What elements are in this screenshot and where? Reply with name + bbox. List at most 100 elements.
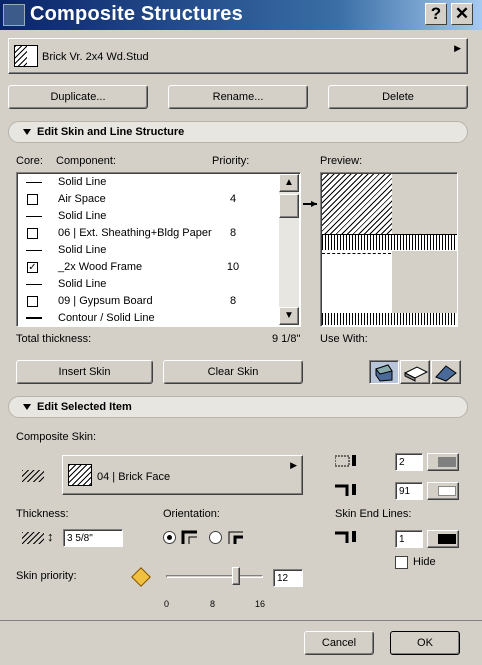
orientation-radio-1[interactable] — [163, 531, 176, 544]
delete-button[interactable]: Delete — [328, 85, 468, 109]
preview-label: Preview: — [320, 155, 363, 167]
end-line-swatch — [438, 534, 456, 544]
orientation-radio-2[interactable] — [209, 531, 222, 544]
scroll-thumb[interactable] — [279, 194, 299, 218]
cancel-button[interactable]: Cancel — [304, 631, 374, 655]
skin-priority-label: Skin priority: — [16, 570, 77, 582]
skin-row[interactable]: ✓ _2x Wood Frame 10 — [18, 259, 278, 276]
composite-name: Brick Vr. 2x4 Wd.Stud — [42, 51, 149, 63]
line-row[interactable]: Solid Line — [18, 208, 278, 225]
slider-mid-label: 8 — [210, 599, 216, 609]
row-label: Solid Line — [58, 210, 107, 222]
hide-label: Hide — [413, 556, 436, 568]
title-bar: Composite Structures ? ✕ — [0, 0, 482, 30]
row-label: 06 | Ext. Sheathing+Bldg Paper — [58, 227, 212, 239]
total-thickness-value: 9 1/8" — [272, 333, 301, 345]
use-with-slab-toggle[interactable] — [400, 360, 430, 384]
composite-skin-label: Composite Skin: — [16, 431, 97, 443]
skin-end-lines-label: Skin End Lines: — [335, 508, 412, 520]
hide-checkbox[interactable] — [395, 556, 408, 569]
priority-slider-thumb[interactable] — [231, 567, 240, 585]
scroll-down-button[interactable]: ▼ — [279, 307, 299, 325]
end-line-pen-field[interactable]: 1 — [395, 530, 423, 548]
priority-column-header: Priority: — [212, 155, 250, 167]
skin-row[interactable]: 09 | Gypsum Board 8 — [18, 293, 278, 310]
skin-row[interactable]: 06 | Ext. Sheathing+Bldg Paper 8 — [18, 225, 278, 242]
row-priority: 4 — [229, 193, 237, 205]
scroll-up-button[interactable]: ▲ — [279, 174, 299, 192]
end-line-color-button[interactable] — [427, 530, 459, 548]
rename-button[interactable]: Rename... — [168, 85, 308, 109]
pen-swatch — [438, 457, 456, 467]
window-title: Composite Structures — [30, 3, 243, 25]
skin-row[interactable]: Air Space 4 — [18, 191, 278, 208]
line-row[interactable]: Solid Line — [18, 174, 278, 191]
composite-selector[interactable]: Brick Vr. 2x4 Wd.Stud ▶ — [8, 38, 468, 74]
composite-skin-selector[interactable]: 04 | Brick Face ▶ — [62, 455, 303, 495]
help-button[interactable]: ? — [425, 3, 447, 25]
skin-list-body: Solid Line Air Space 4 Solid Line 06 | Ext. … — [18, 174, 278, 325]
pen-number-field[interactable]: 2 — [395, 453, 423, 471]
fill-pen-color-button[interactable] — [427, 482, 459, 500]
preview-sheathing — [322, 234, 457, 250]
core-column-header: Core: — [16, 155, 43, 167]
line-type-icon — [26, 284, 42, 285]
thickness-icon — [22, 532, 44, 544]
thickness-label: Thickness: — [16, 508, 69, 520]
orientation-outside-icon — [181, 528, 201, 546]
composite-swatch-icon — [14, 45, 38, 67]
core-checkbox[interactable] — [27, 194, 38, 205]
line-type-icon — [26, 250, 42, 251]
line-row[interactable]: Solid Line — [18, 242, 278, 259]
component-column-header: Component: — [56, 155, 116, 167]
pen-color-button[interactable] — [427, 453, 459, 471]
selected-item-section-header[interactable]: Edit Selected Item — [8, 396, 468, 418]
end-line-pen-icon — [335, 531, 361, 545]
skin-list[interactable]: Solid Line Air Space 4 Solid Line 06 | Ext. … — [16, 172, 301, 327]
core-checkbox[interactable] — [27, 296, 38, 307]
brick-swatch-icon — [68, 464, 92, 486]
chevron-right-icon: ▶ — [454, 43, 461, 53]
collapse-triangle-icon — [23, 129, 31, 136]
preview-gypsum — [322, 313, 457, 325]
row-label: 09 | Gypsum Board — [58, 295, 153, 307]
chevron-right-icon: ▶ — [290, 460, 297, 470]
priority-value-field[interactable]: 12 — [273, 569, 303, 587]
preview-panel — [320, 172, 458, 327]
scrollbar[interactable]: ▲ ▼ — [279, 174, 299, 325]
duplicate-button[interactable]: Duplicate... — [8, 85, 148, 109]
priority-icon — [131, 567, 151, 587]
line-pen-icon — [334, 455, 361, 469]
row-label: Air Space — [58, 193, 106, 205]
preview-pointer-arrow-icon: ▶ — [311, 199, 318, 208]
section-title: Edit Skin and Line Structure — [37, 126, 185, 138]
use-with-roof-toggle[interactable] — [431, 360, 461, 384]
use-with-wall-toggle[interactable] — [369, 360, 399, 384]
line-row[interactable]: Solid Line — [18, 276, 278, 293]
fill-pen-number-field[interactable]: 91 — [395, 482, 423, 500]
skin-structure-section-header[interactable]: Edit Skin and Line Structure — [8, 121, 468, 143]
footer-divider — [0, 620, 482, 621]
close-button[interactable]: ✕ — [451, 3, 473, 25]
orientation-label: Orientation: — [163, 508, 220, 520]
wall-icon — [375, 364, 393, 382]
ok-button[interactable]: OK — [390, 631, 460, 655]
app-icon — [3, 4, 25, 26]
row-label: Solid Line — [58, 176, 107, 188]
core-checkbox[interactable] — [27, 228, 38, 239]
clear-skin-button[interactable]: Clear Skin — [163, 360, 303, 384]
orientation-inside-icon — [227, 528, 247, 546]
core-checkbox[interactable]: ✓ — [27, 262, 38, 273]
slider-min-label: 0 — [164, 599, 170, 609]
insert-skin-button[interactable]: Insert Skin — [16, 360, 153, 384]
section-title: Edit Selected Item — [37, 401, 132, 413]
row-priority: 8 — [229, 295, 237, 307]
row-label: _2x Wood Frame — [58, 261, 143, 273]
priority-slider-track[interactable] — [166, 575, 263, 578]
line-type-icon — [26, 216, 42, 217]
fill-pen-icon — [335, 484, 361, 498]
thickness-field[interactable]: 3 5/8" — [63, 529, 123, 547]
fill-pen-swatch — [438, 486, 456, 496]
line-row[interactable]: Contour / Solid Line — [18, 310, 278, 327]
skin-fill-icon — [22, 470, 44, 482]
